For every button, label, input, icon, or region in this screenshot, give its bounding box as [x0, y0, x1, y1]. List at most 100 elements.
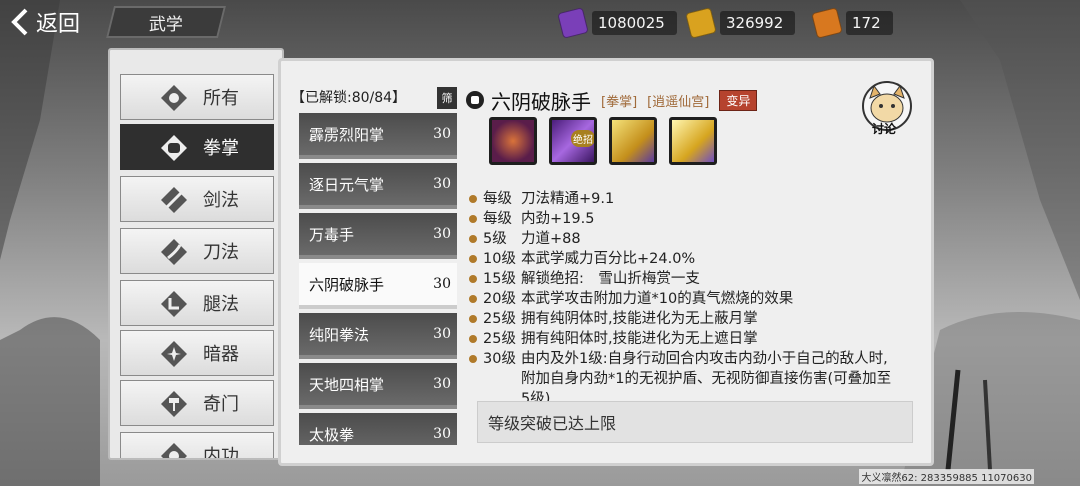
- skill-name: 六阴破脉手: [309, 275, 385, 294]
- category-sword[interactable]: 剑法: [120, 176, 274, 222]
- skill-list-item[interactable]: 纯阳拳法 30: [299, 313, 457, 359]
- move-icons: 绝招: [489, 117, 729, 165]
- fist-icon: [161, 135, 187, 161]
- category-panel: 所有 拳掌 剑法 刀法 腿法 暗器 奇门 内功: [108, 48, 284, 460]
- category-blade[interactable]: 刀法: [120, 228, 274, 274]
- effect-text: 拥有纯阴体时,技能进化为无上蔽月掌: [521, 311, 758, 327]
- back-button[interactable]: 返回: [8, 6, 104, 38]
- skill-name: 霹雳烈阳掌: [309, 125, 385, 144]
- effect-level: 5级: [483, 231, 507, 247]
- fist-type-icon: [466, 91, 484, 109]
- skill-name: 万毒手: [309, 225, 355, 244]
- slash-ultimate-move-icon[interactable]: 绝招: [549, 117, 597, 165]
- skill-list-item[interactable]: 逐日元气掌 30: [299, 163, 457, 209]
- skill-type-tag: [拳掌]: [601, 94, 638, 110]
- orange-scroll-icon: [811, 7, 843, 39]
- effect-row: 每级 刀法精通+9.1: [469, 189, 899, 209]
- all-icon: [161, 85, 187, 111]
- bullet-icon: [469, 295, 477, 303]
- effect-text: 解锁绝招: 雪山折梅赏一支: [521, 271, 700, 287]
- effect-row: 每级 内劲+19.5: [469, 209, 899, 229]
- skill-name: 天地四相掌: [309, 375, 385, 394]
- gold-scroll-icon: [685, 7, 717, 39]
- effect-list: 每级 刀法精通+9.1 每级 内劲+19.5 5级 力道+88 10级 本武学威力百分比…: [469, 189, 899, 409]
- category-all[interactable]: 所有: [120, 74, 274, 120]
- skill-list-item[interactable]: 天地四相掌 30: [299, 363, 457, 409]
- effect-text: 刀法精通+9.1: [521, 191, 615, 207]
- break-status-text: 等级突破已达上限: [488, 414, 617, 433]
- bullet-icon: [469, 335, 477, 343]
- kick-icon: [161, 291, 187, 317]
- player-id-text: 大义凛然62: 283359885 11070630: [859, 469, 1034, 484]
- discuss-button[interactable]: 讨论: [858, 80, 916, 140]
- category-label: 拳掌: [203, 138, 239, 159]
- inner-icon: [161, 443, 187, 458]
- unlock-count: 【已解锁:80/84】: [291, 90, 407, 106]
- effect-level: 每级: [483, 191, 512, 207]
- skill-level: 30: [433, 126, 451, 142]
- skill-list[interactable]: 霹雳烈阳掌 30 逐日元气掌 30 万毒手 30 六阴破脉手 30 纯阳拳法 30 天地四…: [299, 113, 457, 445]
- sword-icon: [161, 187, 187, 213]
- skill-school-tag: [逍遥仙宫]: [647, 94, 710, 110]
- effect-row: 10级 本武学威力百分比+24.0%: [469, 249, 899, 269]
- currency-gold[interactable]: 326992: [685, 7, 796, 39]
- currency-purple[interactable]: 1080025: [557, 7, 677, 39]
- effect-row: 30级 由内及外1级:自身行动回合内攻击内劲小于自己的敌人时,附加自身内劲*1的无…: [469, 349, 899, 409]
- bullet-icon: [469, 195, 477, 203]
- effect-level: 20级: [483, 291, 516, 307]
- effect-text: 力道+88: [521, 231, 581, 247]
- gold-fist-move-icon[interactable]: [609, 117, 657, 165]
- category-special[interactable]: 奇门: [120, 380, 274, 426]
- currency-orange-value: 172: [846, 11, 893, 35]
- category-label: 内功: [203, 446, 239, 460]
- skill-level: 30: [433, 326, 451, 342]
- currency-purple-value: 1080025: [592, 11, 677, 35]
- skill-list-item-selected[interactable]: 六阴破脉手 30: [299, 263, 457, 309]
- effect-row: 20级 本武学攻击附加力道*10的真气燃烧的效果: [469, 289, 899, 309]
- effect-level: 25级: [483, 331, 516, 347]
- ultimate-badge: 绝招: [571, 130, 594, 147]
- effect-text: 本武学威力百分比+24.0%: [521, 251, 696, 267]
- blade-icon: [161, 239, 187, 265]
- skill-list-item[interactable]: 太极拳 30: [299, 413, 457, 445]
- bullet-icon: [469, 355, 477, 363]
- effect-row: 5级 力道+88: [469, 229, 899, 249]
- category-fist[interactable]: 拳掌: [120, 124, 274, 170]
- effect-level: 10级: [483, 251, 516, 267]
- top-bar: 返回 武学 1080025 326992 172: [0, 0, 1080, 44]
- category-hidden-weapon[interactable]: 暗器: [120, 330, 274, 376]
- palm-strike-move-icon[interactable]: [489, 117, 537, 165]
- category-inner[interactable]: 内功: [120, 432, 274, 460]
- filter-button[interactable]: 筛: [437, 87, 457, 109]
- effect-level: 25级: [483, 311, 516, 327]
- skill-header: 六阴破脉手 [拳掌] [逍遥仙宫] 变异: [465, 87, 758, 114]
- skill-level: 30: [433, 426, 451, 442]
- category-label: 暗器: [203, 344, 239, 365]
- currency-orange[interactable]: 172: [811, 7, 893, 39]
- category-label: 剑法: [203, 190, 239, 211]
- effect-text: 内劲+19.5: [521, 211, 595, 227]
- skill-list-item[interactable]: 霹雳烈阳掌 30: [299, 113, 457, 159]
- purple-scroll-icon: [557, 7, 589, 39]
- variant-badge: 变异: [719, 89, 758, 111]
- skill-title: 六阴破脉手: [491, 89, 591, 114]
- effect-level: 15级: [483, 271, 516, 287]
- skill-level: 30: [433, 176, 451, 192]
- skill-name: 逐日元气掌: [309, 175, 385, 194]
- skill-panel: 【已解锁:80/84】 筛 霹雳烈阳掌 30 逐日元气掌 30 万毒手 30 六阴破脉…: [278, 58, 934, 466]
- skill-list-item[interactable]: 万毒手 30: [299, 213, 457, 259]
- category-label: 腿法: [203, 294, 239, 315]
- effect-text: 本武学攻击附加力道*10的真气燃烧的效果: [521, 291, 794, 307]
- effect-level: 30级: [483, 351, 516, 367]
- category-kick[interactable]: 腿法: [120, 280, 274, 326]
- discuss-label: 讨论: [872, 122, 897, 136]
- skill-name: 太极拳: [309, 425, 355, 444]
- break-status-box: 等级突破已达上限: [477, 401, 913, 443]
- bullet-icon: [469, 235, 477, 243]
- bullet-icon: [469, 315, 477, 323]
- hammer-icon: [161, 391, 187, 417]
- shuriken-icon: [161, 341, 187, 367]
- gold-palm-move-icon[interactable]: [669, 117, 717, 165]
- chevron-left-icon: [11, 8, 28, 36]
- page-title: 武学: [149, 14, 183, 35]
